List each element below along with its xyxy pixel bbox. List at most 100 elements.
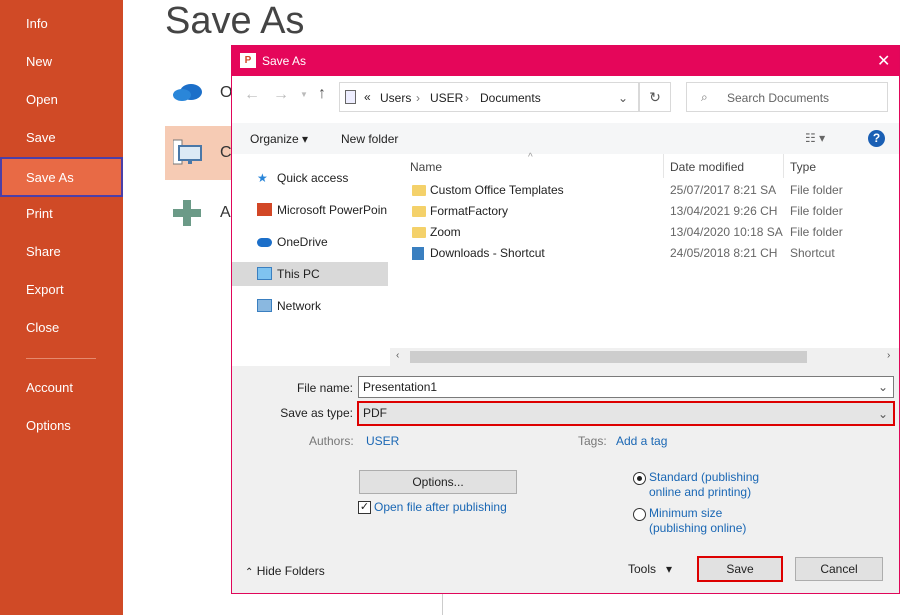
hide-folders-button[interactable]: ⌃ Hide Folders <box>245 564 325 578</box>
new-folder-button[interactable]: New folder <box>341 132 398 146</box>
nav-new[interactable]: New <box>0 43 123 81</box>
cancel-button[interactable]: Cancel <box>795 557 883 581</box>
nav-save[interactable]: Save <box>0 119 123 157</box>
navigation-pane: ★ Quick access Microsoft PowerPoin OneDri… <box>232 154 390 366</box>
add-place-icon <box>173 200 201 226</box>
nav-info[interactable]: Info <box>0 5 123 43</box>
dialog-titlebar[interactable]: P Save As ✕ <box>232 46 899 76</box>
network-icon <box>257 299 272 312</box>
nav-divider <box>26 358 96 359</box>
file-type: File folder <box>790 183 843 197</box>
folder-icon <box>412 185 426 196</box>
search-input[interactable]: ⌕ Search Documents <box>686 82 888 112</box>
breadcrumb-documents[interactable]: Documents <box>480 91 541 105</box>
file-name: FormatFactory <box>430 204 509 218</box>
close-icon[interactable]: ✕ <box>877 51 890 71</box>
location-computer[interactable]: C <box>165 126 235 180</box>
nav-open[interactable]: Open <box>0 81 123 119</box>
column-type[interactable]: Type <box>790 156 816 178</box>
location-onedrive[interactable]: O <box>165 66 235 120</box>
nav-print[interactable]: Print <box>0 195 123 233</box>
save-type-select[interactable]: PDF ⌄ <box>357 401 895 426</box>
location-add-place[interactable]: A <box>165 186 235 240</box>
tree-quick-access[interactable]: ★ Quick access <box>232 166 388 190</box>
tags-label: Tags: <box>578 434 607 448</box>
folder-icon <box>412 227 426 238</box>
back-icon[interactable]: ← <box>244 86 260 104</box>
minimum-size-label[interactable]: Minimum size (publishing online) <box>649 506 746 536</box>
file-type: Shortcut <box>790 246 835 260</box>
file-type: File folder <box>790 225 843 239</box>
nav-export[interactable]: Export <box>0 271 123 309</box>
onedrive-cloud-icon <box>173 84 202 101</box>
location-label: C <box>220 144 232 161</box>
file-row[interactable]: FormatFactory 13/04/2021 9:26 CH File fold… <box>410 201 900 222</box>
divider <box>442 594 443 615</box>
nav-save-as[interactable]: Save As <box>0 157 123 197</box>
scrollbar-thumb[interactable] <box>410 351 807 363</box>
nav-account[interactable]: Account <box>0 369 123 407</box>
authors-value[interactable]: USER <box>366 434 399 448</box>
file-name: Downloads - Shortcut <box>430 246 545 260</box>
options-button[interactable]: Options... <box>359 470 517 494</box>
chevron-down-icon[interactable]: ⌄ <box>618 91 628 105</box>
organize-button[interactable]: Organize ▾ <box>250 132 308 146</box>
refresh-icon[interactable]: ↻ <box>639 82 671 112</box>
address-row: ← → ▼ ↑ « Users › USER › Documents ⌄ ↻ ⌕… <box>232 76 899 123</box>
command-bar: Organize ▾ New folder ☷ ▾ ? <box>232 123 899 154</box>
dialog-title: Save As <box>262 54 307 68</box>
file-date: 25/07/2017 8:21 SA <box>670 183 777 197</box>
view-options-icon[interactable]: ☷ ▾ <box>805 131 825 145</box>
computer-icon <box>173 139 202 165</box>
column-date-modified[interactable]: Date modified <box>670 156 744 178</box>
file-row[interactable]: Downloads - Shortcut 24/05/2018 8:21 CH Sh… <box>410 243 900 264</box>
nav-share[interactable]: Share <box>0 233 123 271</box>
powerpoint-icon <box>257 203 272 216</box>
star-icon: ★ <box>257 171 268 185</box>
nav-close[interactable]: Close <box>0 309 123 347</box>
minimum-size-radio[interactable] <box>633 508 646 521</box>
nav-options[interactable]: Options <box>0 407 123 445</box>
file-row[interactable]: Zoom 13/04/2020 10:18 SA File folder <box>410 222 900 243</box>
standard-label[interactable]: Standard (publishing online and printing) <box>649 470 759 500</box>
page-title: Save As <box>165 0 305 42</box>
tree-powerpoint[interactable]: Microsoft PowerPoin <box>232 198 388 222</box>
location-label: A <box>220 204 231 221</box>
tools-button[interactable]: Tools ▾ <box>628 562 672 576</box>
up-icon[interactable]: ↑ <box>318 85 326 103</box>
forward-icon[interactable]: → <box>273 86 289 104</box>
file-name-input[interactable]: Presentation1 ⌄ <box>358 376 894 398</box>
sort-ascending-icon: ^ <box>528 152 533 163</box>
tree-onedrive[interactable]: OneDrive <box>232 230 388 254</box>
folder-icon <box>412 206 426 217</box>
shortcut-icon <box>412 247 424 260</box>
save-as-dialog: P Save As ✕ ← → ▼ ↑ « Users › USER › Doc… <box>231 45 900 594</box>
add-tag-link[interactable]: Add a tag <box>616 434 667 448</box>
file-name-label: File name: <box>296 381 353 395</box>
tree-this-pc[interactable]: This PC <box>232 262 388 286</box>
address-bar[interactable]: « Users › USER › Documents ⌄ <box>339 82 639 112</box>
breadcrumb-users[interactable]: Users <box>380 91 411 105</box>
monitor-icon <box>257 267 272 280</box>
file-date: 13/04/2020 10:18 SA <box>670 225 783 239</box>
tree-network[interactable]: Network <box>232 294 388 318</box>
open-after-label[interactable]: Open file after publishing <box>374 500 507 514</box>
save-button[interactable]: Save <box>697 556 783 582</box>
authors-label: Authors: <box>309 434 354 448</box>
scroll-left-icon[interactable]: ‹ <box>396 350 399 361</box>
open-after-checkbox[interactable]: ✓ <box>358 501 371 514</box>
help-icon[interactable]: ? <box>868 130 885 147</box>
file-row[interactable]: Custom Office Templates 25/07/2017 8:21 S… <box>410 180 900 201</box>
file-name: Zoom <box>430 225 461 239</box>
onedrive-cloud-icon <box>257 238 272 247</box>
file-name: Custom Office Templates <box>430 183 564 197</box>
search-icon: ⌕ <box>701 90 708 104</box>
recent-chevron-icon[interactable]: ▼ <box>300 90 308 99</box>
scroll-right-icon[interactable]: › <box>887 350 890 361</box>
standard-radio[interactable] <box>633 472 646 485</box>
breadcrumb-overflow[interactable]: « <box>364 90 371 104</box>
column-name[interactable]: Name <box>410 156 442 178</box>
breadcrumb-user[interactable]: USER <box>430 91 463 105</box>
file-type: File folder <box>790 204 843 218</box>
horizontal-scrollbar[interactable]: ‹ › <box>390 348 899 366</box>
